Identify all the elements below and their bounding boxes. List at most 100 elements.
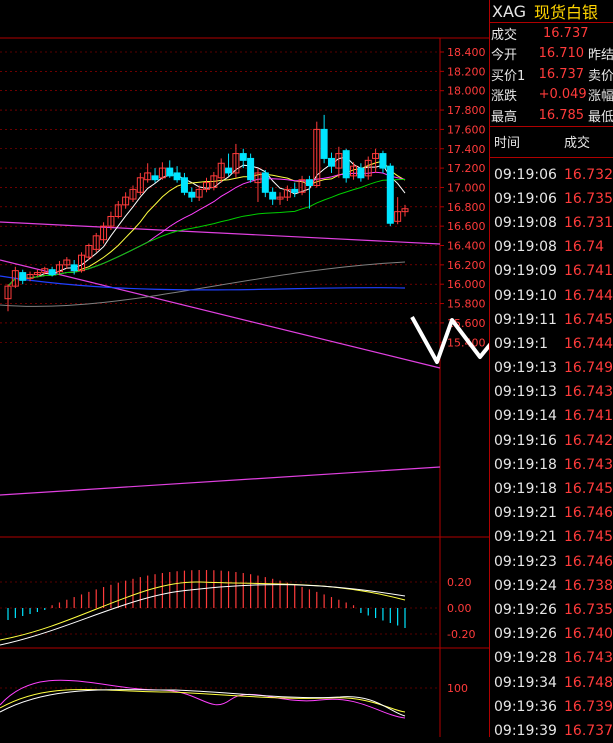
quote-label: 最高	[490, 106, 539, 125]
kline-chart[interactable]: 18.40018.20018.00017.80017.60017.40017.2…	[0, 0, 490, 737]
candle-body	[189, 192, 195, 197]
trade-time: 09:19:26	[490, 602, 564, 618]
trade-row: 09:19:0916.741	[490, 259, 613, 283]
trade-price: 16.749	[564, 360, 613, 376]
quote-extra: 卖价	[588, 65, 613, 84]
price-tick-label: 15.800	[447, 298, 486, 311]
quote-value: 16.710	[539, 46, 588, 61]
trade-time: 09:19:21	[490, 529, 564, 545]
trade-row: 09:19:1816.745	[490, 477, 613, 501]
trade-price: 16.743	[564, 384, 613, 400]
price-tick-label: 16.200	[447, 259, 486, 272]
candle-body	[20, 273, 26, 281]
quote-label: 今开	[490, 44, 539, 63]
quote-row: 成交16.737	[490, 23, 613, 44]
candle-body	[152, 176, 158, 180]
trade-row: 09:19:2116.745	[490, 525, 613, 549]
trade-row: 09:19:1416.741	[490, 404, 613, 428]
trade-time: 09:19:36	[490, 699, 564, 715]
quote-value: 16.785	[539, 108, 588, 123]
trade-time: 09:19:16	[490, 433, 564, 449]
trade-price: 16.741	[564, 408, 613, 424]
trade-price: 16.732	[564, 167, 613, 183]
trade-row: 09:19:1016.744	[490, 283, 613, 307]
trade-row: 09:19:3416.748	[490, 670, 613, 694]
trade-time: 09:19:11	[490, 312, 564, 328]
price-tick-label: 16.400	[447, 240, 486, 253]
trendline	[0, 467, 440, 495]
trade-time: 09:19:24	[490, 578, 564, 594]
candle-body	[248, 158, 254, 179]
trade-row: 09:19:3616.739	[490, 695, 613, 719]
quote-value: 16.737	[539, 67, 588, 82]
quote-header: XAG 现货白银	[490, 0, 613, 23]
quote-row: 今开16.710昨结	[490, 44, 613, 65]
candle-body	[380, 154, 386, 169]
trade-row: 09:19:0616.735	[490, 187, 613, 211]
candle-body	[270, 192, 276, 199]
trade-price: 16.745	[564, 529, 613, 545]
trade-row: 09:19:0816.74	[490, 235, 613, 259]
trendline	[0, 260, 440, 368]
candle-body	[262, 173, 268, 192]
trade-row: 09:19:1316.749	[490, 356, 613, 380]
trade-time: 09:19:28	[490, 650, 564, 666]
candle-body	[167, 168, 173, 176]
trade-row: 09:19:3916.737	[490, 719, 613, 743]
trade-time: 09:19:13	[490, 384, 564, 400]
quote-extra: 涨幅	[588, 85, 613, 104]
quote-summary: 成交16.737 今开16.710昨结 买价116.737卖价 涨跌+0.049…	[490, 23, 613, 127]
candlesticks	[5, 115, 408, 311]
trade-row: 09:19:1616.742	[490, 429, 613, 453]
candle-body	[358, 168, 364, 178]
trendline	[0, 222, 440, 244]
price-tick-label: 17.000	[447, 181, 486, 194]
trade-price: 16.738	[564, 578, 613, 594]
trade-row: 09:19:116.744	[490, 332, 613, 356]
candle-body	[49, 270, 55, 275]
trade-row: 09:19:0816.731	[490, 211, 613, 235]
price-tick-label: 16.000	[447, 278, 486, 291]
candle-body	[240, 154, 246, 161]
trade-price: 16.744	[564, 288, 613, 304]
price-tick-label: 16.600	[447, 220, 486, 233]
price-tick-label: 18.400	[447, 46, 486, 59]
candle-body	[321, 129, 327, 158]
trade-price: 16.742	[564, 433, 613, 449]
kdj-panel: 100	[0, 680, 468, 718]
trade-row: 09:19:2616.740	[490, 622, 613, 646]
trade-row: 09:19:2316.746	[490, 550, 613, 574]
trades-header: 时间 成交	[490, 127, 613, 158]
price-tick-label: 18.000	[447, 85, 486, 98]
candle-body	[181, 178, 187, 193]
trade-row: 09:19:1816.743	[490, 453, 613, 477]
trade-price: 16.745	[564, 481, 613, 497]
trades-list[interactable]: 09:19:0616.73209:19:0616.73509:19:0816.7…	[490, 158, 613, 743]
quote-value: 16.737	[543, 26, 597, 41]
trade-row: 09:19:2816.743	[490, 646, 613, 670]
trade-row: 09:19:2416.738	[490, 574, 613, 598]
quote-row: 买价116.737卖价	[490, 64, 613, 85]
trade-price: 16.740	[564, 626, 613, 642]
macd-dif	[0, 585, 405, 645]
symbol-name: 现货白银	[534, 0, 598, 23]
trade-time: 09:19:18	[490, 457, 564, 473]
price-axis: 18.40018.20018.00017.80017.60017.40017.2…	[447, 46, 486, 349]
candle-body	[306, 180, 312, 186]
trade-price: 16.741	[564, 263, 613, 279]
trade-price: 16.743	[564, 650, 613, 666]
candle-body	[343, 151, 349, 178]
trade-time: 09:19:09	[490, 263, 564, 279]
quote-row: 涨跌+0.049涨幅	[490, 85, 613, 106]
quote-label: 买价1	[490, 65, 539, 84]
trade-price: 16.746	[564, 505, 613, 521]
price-tick-label: 18.200	[447, 65, 486, 78]
trade-row: 09:19:0616.732	[490, 163, 613, 187]
trade-time: 09:19:08	[490, 239, 564, 255]
quote-value: +0.049	[539, 87, 588, 102]
trade-time: 09:19:26	[490, 626, 564, 642]
macd-dea	[0, 582, 405, 640]
trade-time: 09:19:06	[490, 167, 564, 183]
candle-body	[328, 158, 334, 166]
trades-time-header: 时间	[490, 132, 564, 151]
